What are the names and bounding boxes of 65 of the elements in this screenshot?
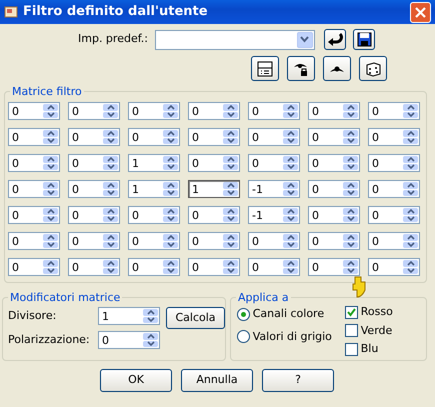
matrix-spin-field[interactable]: 0 [128,258,180,276]
matrix-spin-field[interactable]: 0 [8,258,60,276]
matrix-spin-field[interactable]: 0 [248,258,300,276]
matrix-spin-field[interactable]: 0 [248,128,300,146]
matrix-spin-field[interactable]: 0 [188,102,240,120]
matrix-spin-field[interactable]: 0 [188,258,240,276]
matrix-spin-field[interactable]: 0 [368,258,420,276]
checkbox-label: Verde [360,322,392,338]
radio-label: Valori di grigio [252,328,332,344]
matrix-spin-field[interactable]: 0 [128,102,180,120]
matrix-spin-field[interactable]: 0 [128,206,180,224]
matrix-spin-field[interactable]: 0 [308,128,360,146]
matrix-spin-field[interactable]: 0 [308,154,360,172]
matrix-spin-field[interactable]: 1 [188,180,240,198]
matrix-spin-field[interactable]: 0 [8,180,60,198]
matrix-spin-field[interactable]: 0 [248,154,300,172]
group-label: Applica a [236,290,291,306]
matrix-spin-field[interactable]: 0 [128,232,180,250]
matrix-spin-field[interactable]: 0 [68,102,120,120]
matrix-spin-field[interactable]: 0 [68,258,120,276]
matrix-spin-field[interactable]: 0 [248,102,300,120]
bias-spin-field[interactable]: 0 [98,331,160,349]
matrix-spin-field[interactable]: 0 [368,154,420,172]
matrix-spin-field[interactable]: 0 [188,232,240,250]
matrix-spin-field[interactable]: 0 [368,102,420,120]
matrix-spin-field[interactable]: 0 [368,206,420,224]
matrix-spin-field[interactable]: 0 [188,206,240,224]
window-title: Filtro definito dall'utente [23,3,208,22]
preset-label: Imp. predef.: [78,31,148,48]
matrix-spin-field[interactable]: 0 [8,232,60,250]
matrix-spin-field[interactable]: 0 [248,232,300,250]
matrix-spin-field[interactable]: 1 [128,154,180,172]
matrix-spin-field[interactable]: 0 [308,232,360,250]
divisor-spin-field[interactable]: 1 [98,307,160,325]
matrix-spin-field[interactable]: 0 [308,258,360,276]
radio-label: Canali colore [252,306,324,322]
field-label: Polarizzazione: [8,332,91,348]
cancel-button[interactable]: Annulla [181,369,253,392]
matrix-spin-field[interactable]: 0 [68,154,120,172]
help-button[interactable]: ? [262,369,334,392]
matrix-spin-field[interactable]: 0 [128,128,180,146]
checkbox-label: Blu [360,341,378,357]
matrix-spin-field[interactable]: -1 [248,206,300,224]
matrix-spin-field[interactable]: 0 [8,154,60,172]
matrix-spin-field[interactable]: -1 [248,180,300,198]
matrix-spin-field[interactable]: 1 [128,180,180,198]
matrix-spin-field[interactable]: 0 [68,128,120,146]
matrix-spin-field[interactable]: 0 [188,128,240,146]
matrix-spin-field[interactable]: 0 [368,180,420,198]
matrix-spin-field[interactable]: 0 [368,232,420,250]
matrix-spin-field[interactable]: 0 [68,206,120,224]
matrix-spin-field[interactable]: 0 [8,102,60,120]
matrix-spin-field[interactable]: 0 [8,128,60,146]
ok-button[interactable]: OK [100,369,172,392]
matrix-spin-field[interactable]: 0 [188,154,240,172]
matrix-spin-field[interactable]: 0 [308,102,360,120]
matrix-spin-field[interactable]: 0 [308,180,360,198]
matrix-spin-field[interactable]: 0 [368,128,420,146]
calculate-button[interactable]: Calcola [166,307,225,329]
checkbox-label: Rosso [360,304,393,320]
matrix-spin-field[interactable]: 0 [308,206,360,224]
field-label: Divisore: [8,308,58,324]
matrix-spin-field[interactable]: 0 [68,180,120,198]
matrix-spin-field[interactable]: 0 [68,232,120,250]
matrix-spin-field[interactable]: 0 [8,206,60,224]
